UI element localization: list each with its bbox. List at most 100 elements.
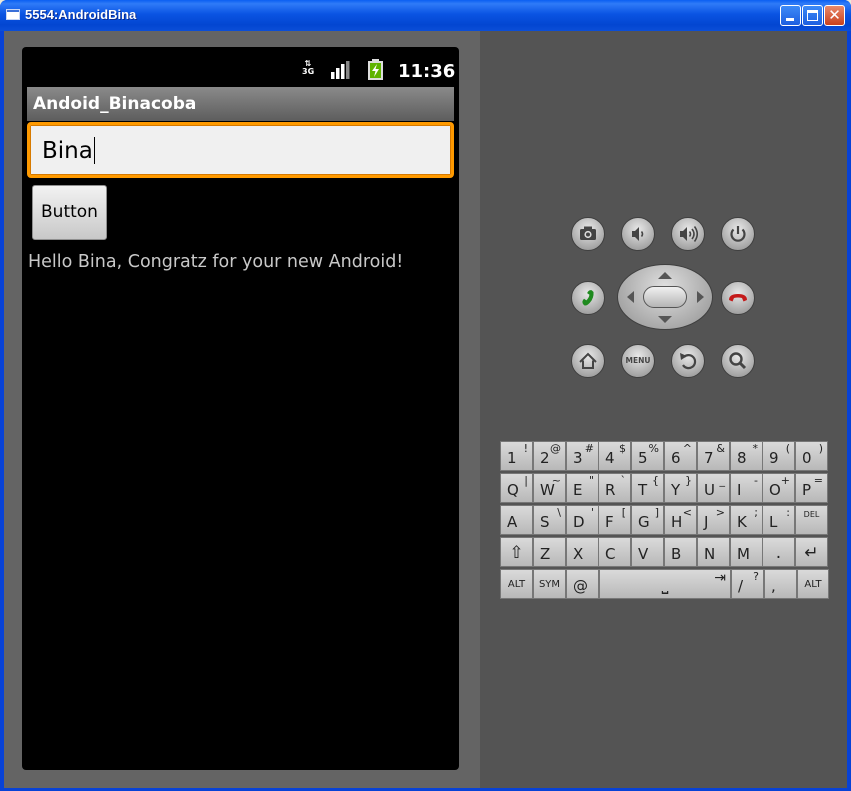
key-a[interactable]: A xyxy=(500,505,533,535)
name-input-value: Bina xyxy=(42,138,93,164)
greeting-text: Hello Bina, Congratz for your new Androi… xyxy=(28,252,404,272)
end-call-icon xyxy=(729,294,747,302)
menu-button[interactable]: MENU xyxy=(621,344,655,378)
search-button[interactable] xyxy=(721,344,755,378)
key-w[interactable]: W ~ xyxy=(533,473,566,503)
sym-key[interactable]: SYM xyxy=(533,569,566,599)
key-main-label: Z xyxy=(540,545,551,563)
key-main-label: B xyxy=(671,545,682,563)
key-f[interactable]: F[ xyxy=(598,505,631,535)
key-h[interactable]: H < xyxy=(664,505,697,535)
alt-left-key[interactable]: ALT xyxy=(500,569,533,599)
key-i[interactable]: I- xyxy=(730,473,763,503)
emulator-client: ⇅ 3G 11:36 Andoid_Binacoba Bina Button H… xyxy=(4,31,847,788)
key-main-label: M xyxy=(737,545,750,563)
close-button[interactable]: ✕ xyxy=(824,5,845,26)
key-u[interactable]: U _ xyxy=(697,473,730,503)
key-x[interactable]: X xyxy=(566,537,599,567)
key-r[interactable]: R ` xyxy=(598,473,631,503)
key-main-label: R xyxy=(605,481,616,499)
key-main-label: U xyxy=(704,481,715,499)
space-icon: ⎵ xyxy=(661,575,669,595)
key-4[interactable]: 4 $ xyxy=(598,441,631,471)
key-special-3-0[interactable]: ⇧ xyxy=(500,537,533,567)
camera-button[interactable] xyxy=(571,217,605,251)
key-special-2-9[interactable]: DEL xyxy=(795,505,828,535)
key-b[interactable]: B xyxy=(664,537,697,567)
back-button[interactable] xyxy=(671,344,705,378)
key-5[interactable]: 5% xyxy=(631,441,664,471)
key-g[interactable]: G] xyxy=(631,505,664,535)
volume-down-button[interactable] xyxy=(621,217,655,251)
space-key[interactable]: ⎵ ⇥ xyxy=(599,569,731,599)
key-main-label: X xyxy=(573,545,584,563)
phone-call-icon xyxy=(582,290,594,306)
key-0[interactable]: 0) xyxy=(795,441,828,471)
key-special-3-9[interactable]: ↵ xyxy=(795,537,828,567)
dpad-down-arrow-icon[interactable] xyxy=(658,316,672,323)
key-7[interactable]: 7 & xyxy=(697,441,730,471)
at-key[interactable]: @ xyxy=(566,569,599,599)
dpad-right-arrow-icon[interactable] xyxy=(697,291,704,303)
home-button[interactable] xyxy=(571,344,605,378)
key-k[interactable]: K; xyxy=(730,505,763,535)
dpad-up-arrow-icon[interactable] xyxy=(658,272,672,279)
key-v[interactable]: V xyxy=(631,537,664,567)
comma-label: , xyxy=(771,577,776,595)
dpad[interactable] xyxy=(617,264,713,330)
battery-charging-icon xyxy=(368,59,383,80)
key-d[interactable]: D ' xyxy=(566,505,599,535)
dpad-left-arrow-icon[interactable] xyxy=(627,291,634,303)
key-o[interactable]: O + xyxy=(762,473,795,503)
key-main-label: P xyxy=(802,481,812,499)
key-9[interactable]: 9( xyxy=(762,441,795,471)
sym-label: SYM xyxy=(538,579,561,590)
title-bar[interactable]: 5554:AndroidBina ✕ xyxy=(0,0,851,31)
key-t[interactable]: T{ xyxy=(631,473,664,503)
key-q[interactable]: Q | xyxy=(500,473,533,503)
key-special-3-8[interactable]: . xyxy=(762,537,795,567)
slash-key[interactable]: /? xyxy=(731,569,764,599)
key-s[interactable]: S \ xyxy=(533,505,566,535)
key-main-label: K xyxy=(737,513,747,531)
end-call-button[interactable] xyxy=(721,281,755,315)
call-button[interactable] xyxy=(571,281,605,315)
key-e[interactable]: E " xyxy=(566,473,599,503)
key-m[interactable]: M xyxy=(730,537,763,567)
key-alt-label: [ xyxy=(621,506,626,519)
key-1[interactable]: 1! xyxy=(500,441,533,471)
key-n[interactable]: N xyxy=(697,537,730,567)
search-icon xyxy=(729,352,747,370)
minimize-button[interactable] xyxy=(780,5,801,26)
key-main-label: E xyxy=(573,481,583,499)
alt-right-key[interactable]: ALT xyxy=(797,569,829,599)
power-button[interactable] xyxy=(721,217,755,251)
enter-icon: ↵ xyxy=(804,543,819,563)
key-2[interactable]: 2 @ xyxy=(533,441,566,471)
key-y[interactable]: Y} xyxy=(664,473,697,503)
device-screen[interactable]: ⇅ 3G 11:36 Andoid_Binacoba Bina Button H… xyxy=(22,47,459,770)
key-alt-label: \ xyxy=(557,506,561,519)
key-main-label: Y xyxy=(671,481,681,499)
name-input[interactable]: Bina xyxy=(27,122,454,178)
key-alt-label: { xyxy=(652,474,659,487)
key-alt-label: + xyxy=(780,474,790,487)
dpad-center-button[interactable] xyxy=(643,286,687,308)
delete-key-label: DEL xyxy=(803,510,820,519)
key-alt-label: - xyxy=(754,474,758,487)
key-j[interactable]: J > xyxy=(697,505,730,535)
key-8[interactable]: 8 * xyxy=(730,441,763,471)
key-3[interactable]: 3 # xyxy=(566,441,599,471)
key-p[interactable]: P = xyxy=(795,473,828,503)
key-c[interactable]: C xyxy=(598,537,631,567)
volume-up-button[interactable] xyxy=(671,217,705,251)
key-alt-label: ) xyxy=(818,442,823,455)
key-main-label: V xyxy=(638,545,649,563)
key-z[interactable]: Z xyxy=(533,537,566,567)
comma-key[interactable]: , xyxy=(764,569,797,599)
greet-button[interactable]: Button xyxy=(32,185,107,240)
maximize-button[interactable] xyxy=(802,5,823,26)
key-l[interactable]: L: xyxy=(762,505,795,535)
key-6[interactable]: 6 ^ xyxy=(664,441,697,471)
key-main-label: N xyxy=(704,545,716,563)
